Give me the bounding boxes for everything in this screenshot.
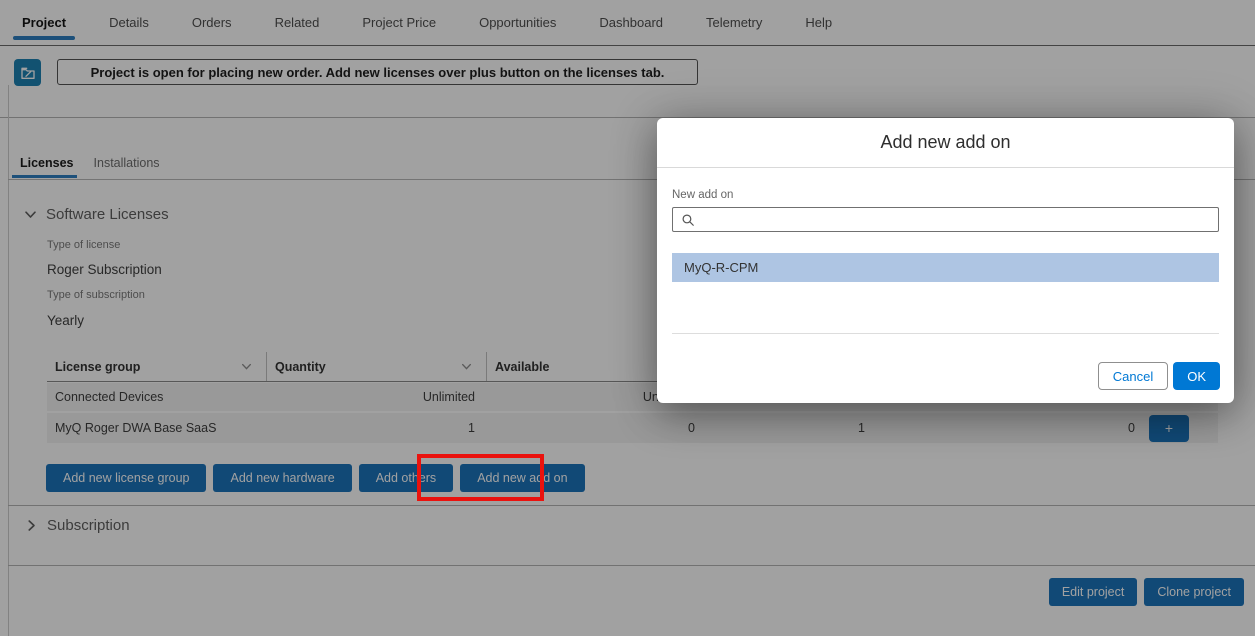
add-on-option-myq-r-cpm[interactable]: MyQ-R-CPM <box>672 253 1219 282</box>
dialog-footer-divider <box>672 333 1219 334</box>
dialog-footer: Cancel OK <box>1098 362 1220 390</box>
add-on-search-box[interactable] <box>672 207 1219 232</box>
add-on-option-list: MyQ-R-CPM <box>672 253 1219 282</box>
dialog-title: Add new add on <box>657 118 1234 168</box>
add-on-search-input[interactable] <box>695 208 1218 231</box>
search-icon <box>681 213 695 227</box>
add-new-add-on-dialog: Add new add on New add on MyQ-R-CPM Canc… <box>657 118 1234 403</box>
dialog-body: New add on MyQ-R-CPM <box>657 189 1234 282</box>
ok-button[interactable]: OK <box>1173 362 1220 390</box>
new-add-on-label: New add on <box>672 189 1219 201</box>
cancel-button[interactable]: Cancel <box>1098 362 1168 390</box>
